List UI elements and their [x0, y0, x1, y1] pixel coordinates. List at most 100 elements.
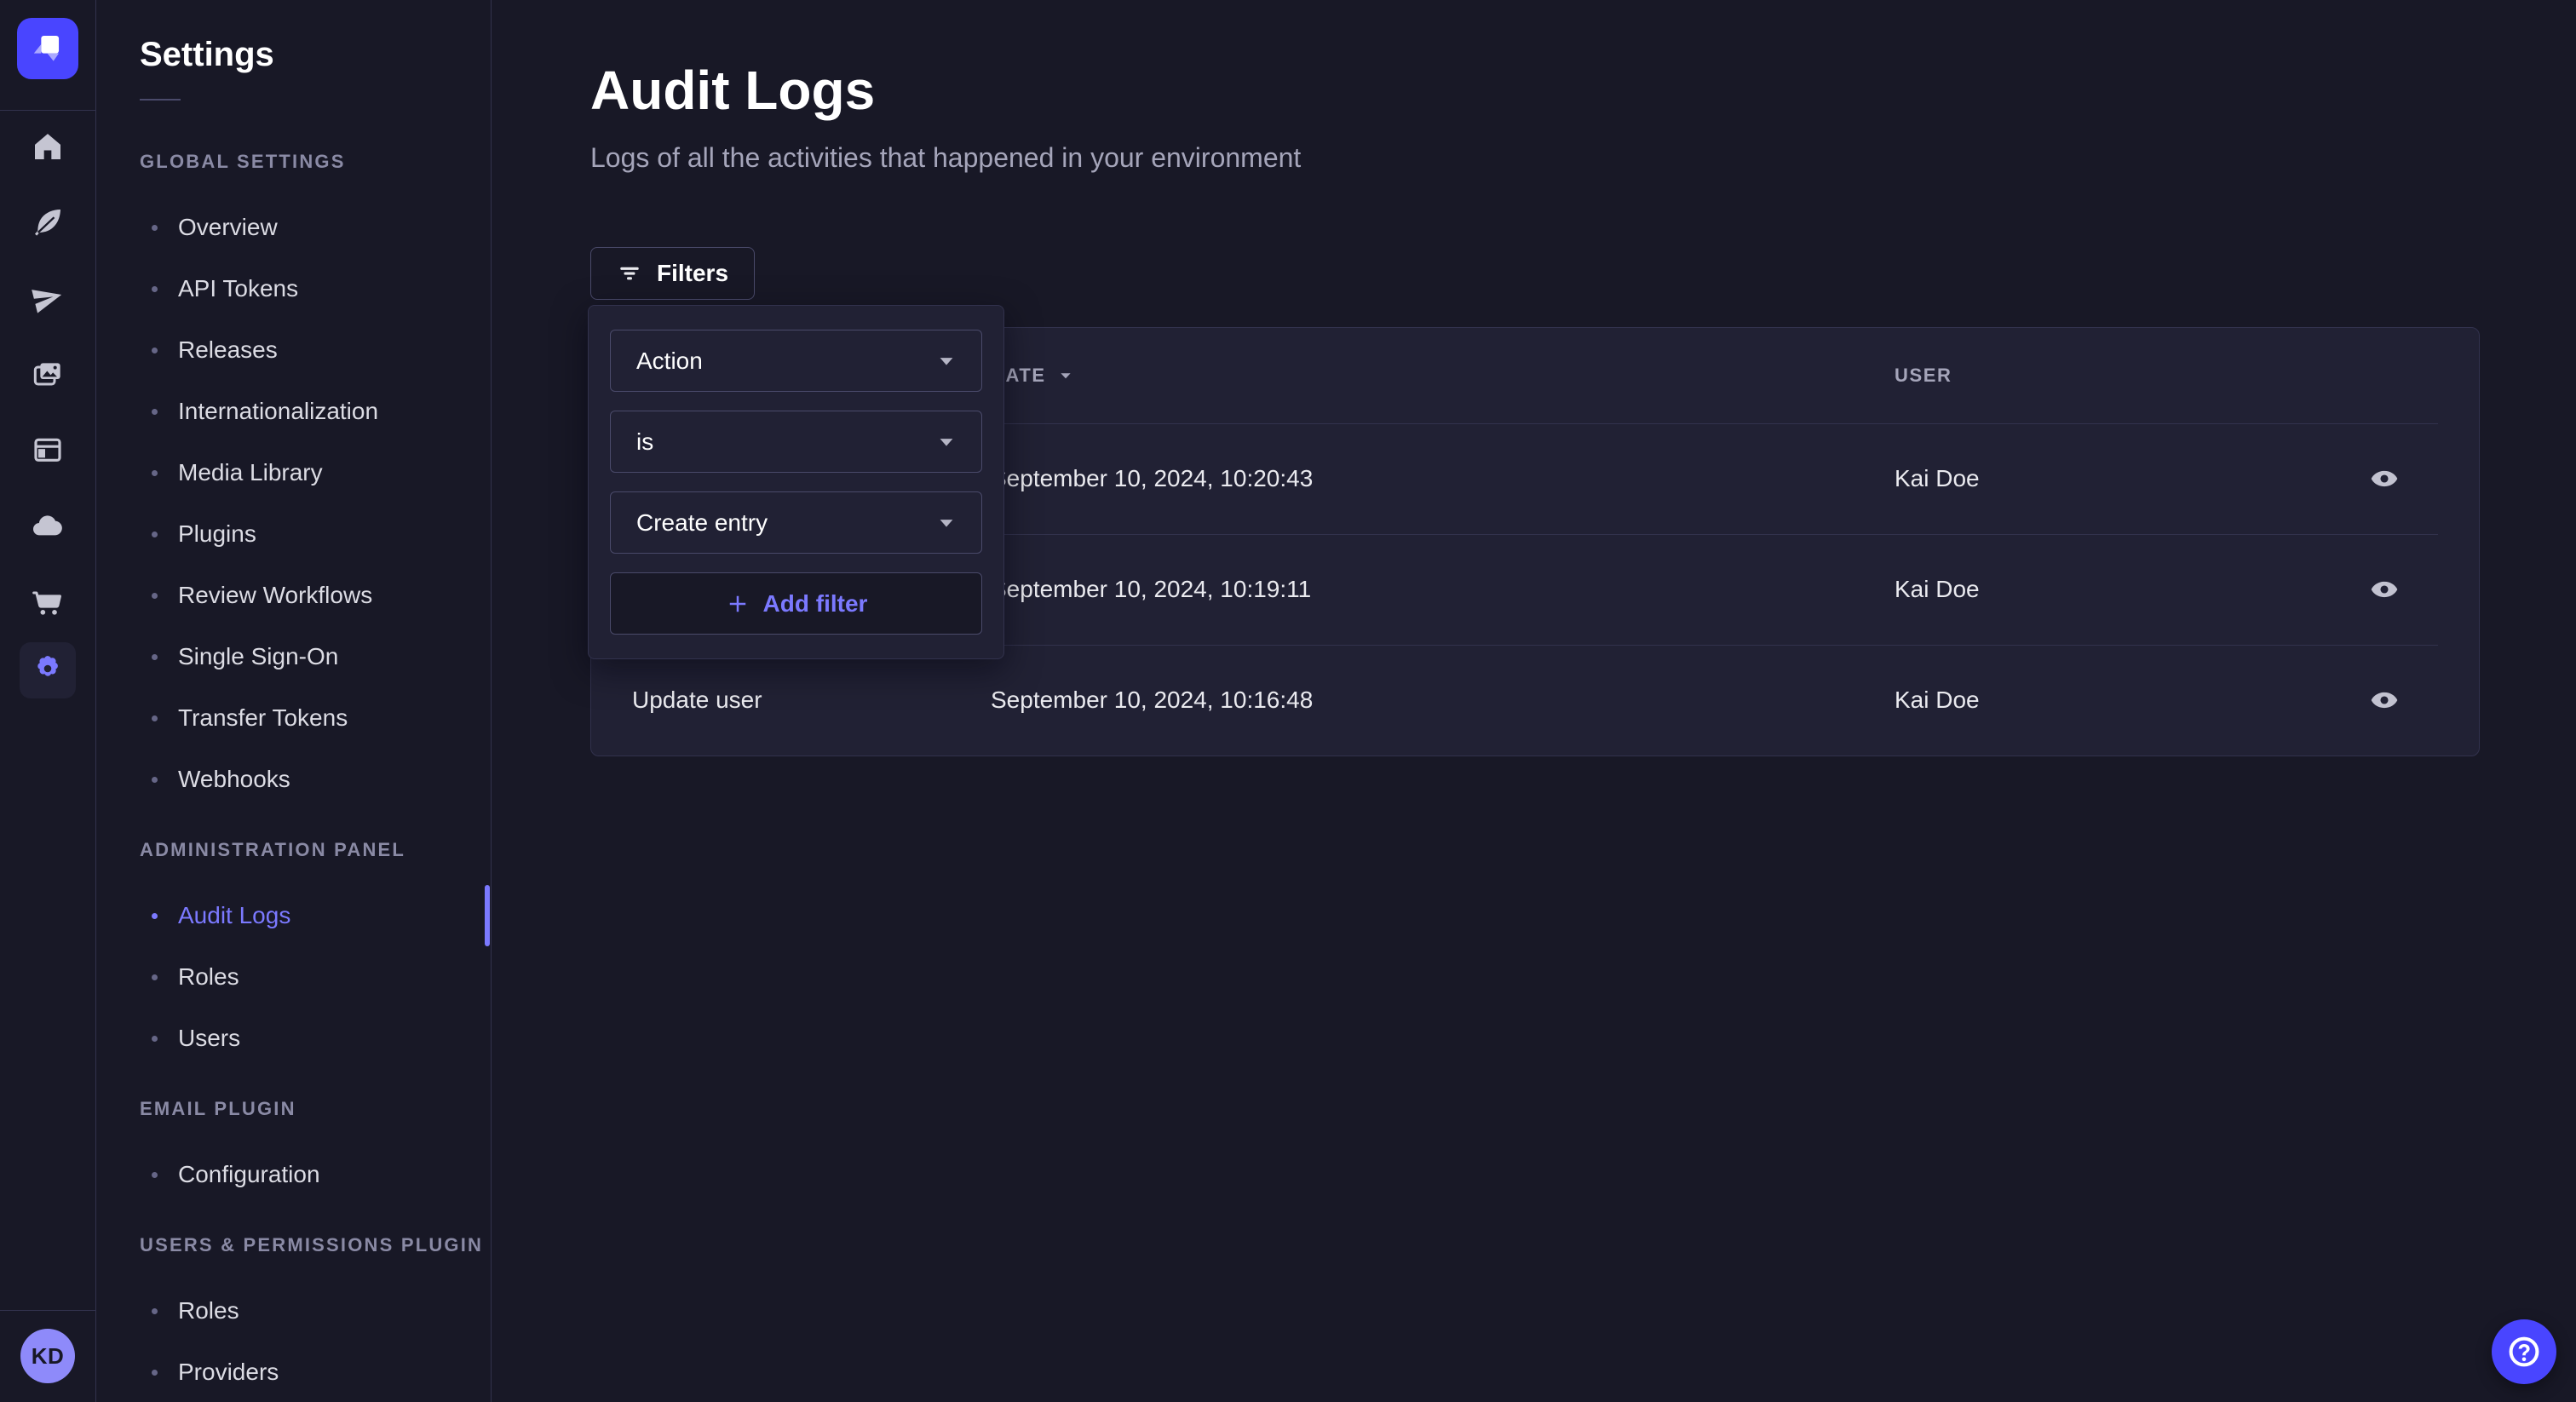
eye-icon [2370, 575, 2399, 604]
sidebar-item-releases[interactable]: Releases [140, 319, 491, 381]
sidebar-item-label: Configuration [178, 1161, 320, 1188]
feather-icon[interactable] [31, 205, 65, 239]
cart-icon[interactable] [31, 584, 65, 618]
sidebar-item-label: API Tokens [178, 275, 298, 302]
bullet-icon [152, 409, 158, 415]
sidebar-item-label: Single Sign-On [178, 643, 338, 670]
bullet-icon [152, 1370, 158, 1376]
sidebar-item-label: Roles [178, 1297, 239, 1324]
bullet-icon [152, 1308, 158, 1314]
sidebar-item-label: Overview [178, 214, 278, 241]
sidebar-item-label: Roles [178, 963, 239, 991]
sidebar-item-webhooks[interactable]: Webhooks [140, 749, 491, 810]
rail-bottom-divider [0, 1310, 95, 1311]
bullet-icon [152, 654, 158, 660]
sidebar-item-label: Review Workflows [178, 582, 372, 609]
sidebar-item-admin-roles[interactable]: Roles [140, 946, 491, 1008]
strapi-logo[interactable] [17, 18, 78, 79]
chevron-down-icon [937, 352, 956, 371]
nav-rail: KD [0, 0, 96, 1402]
filters-button-label: Filters [657, 260, 728, 287]
cell-user: Kai Doe [1895, 687, 2334, 714]
filter-value-select[interactable]: Create entry [610, 491, 982, 554]
chevron-down-icon [937, 514, 956, 532]
gear-icon [32, 652, 64, 689]
section-users-permissions-plugin: USERS & PERMISSIONS PLUGIN Roles Provide… [140, 1215, 491, 1402]
sidebar-item-internationalization[interactable]: Internationalization [140, 381, 491, 442]
page-subtitle: Logs of all the activities that happened… [590, 141, 2480, 174]
sidebar-item-up-roles[interactable]: Roles [140, 1280, 491, 1342]
sidebar-item-transfer-tokens[interactable]: Transfer Tokens [140, 687, 491, 749]
page-title: Audit Logs [590, 0, 2480, 121]
bullet-icon [152, 593, 158, 599]
cell-date: September 10, 2024, 10:16:48 [991, 687, 1895, 714]
settings-nav-button[interactable] [20, 642, 76, 698]
add-filter-button[interactable]: Add filter [610, 572, 982, 635]
sidebar-item-label: Providers [178, 1359, 279, 1386]
filter-field-select[interactable]: Action [610, 330, 982, 392]
sort-caret-down-icon [1058, 368, 1073, 383]
bullet-icon [152, 531, 158, 537]
sidebar-item-email-configuration[interactable]: Configuration [140, 1144, 491, 1205]
sidebar-item-review-workflows[interactable]: Review Workflows [140, 565, 491, 626]
table-row: Update user September 10, 2024, 10:16:48… [591, 645, 2479, 756]
filter-icon [617, 261, 642, 286]
bullet-icon [152, 913, 158, 919]
filters-button[interactable]: Filters [590, 247, 755, 300]
sidebar-item-label: Plugins [178, 520, 256, 548]
bullet-icon [152, 348, 158, 353]
rail-icon-list [20, 111, 76, 698]
cell-user: Kai Doe [1895, 576, 2334, 603]
sidebar-item-up-providers[interactable]: Providers [140, 1342, 491, 1402]
view-log-button[interactable] [2370, 464, 2399, 493]
user-avatar[interactable]: KD [20, 1329, 75, 1383]
section-email-plugin: EMAIL PLUGIN Configuration [140, 1078, 491, 1205]
layout-icon[interactable] [31, 433, 65, 467]
help-button[interactable] [2492, 1319, 2556, 1384]
sidebar-item-admin-users[interactable]: Users [140, 1008, 491, 1069]
column-header-user: USER [1895, 365, 2334, 387]
filter-operator-value: is [636, 428, 653, 456]
plus-icon [725, 591, 750, 617]
strapi-logo-icon [25, 24, 71, 74]
bullet-icon [152, 715, 158, 721]
cell-date: September 10, 2024, 10:19:11 [991, 576, 1895, 603]
question-circle-icon [2505, 1333, 2543, 1370]
section-global-settings: GLOBAL SETTINGS Overview API Tokens Rele… [140, 131, 491, 810]
photos-icon[interactable] [31, 357, 65, 391]
bullet-icon [152, 470, 158, 476]
sidebar-item-api-tokens[interactable]: API Tokens [140, 258, 491, 319]
strapi-admin-window: KD Settings GLOBAL SETTINGS Overview API… [0, 0, 2576, 1402]
filters-popover: Action is Create entry [588, 305, 1004, 659]
sidebar-item-media-library[interactable]: Media Library [140, 442, 491, 503]
bullet-icon [152, 286, 158, 292]
sidebar-item-label: Webhooks [178, 766, 290, 793]
sidebar-item-plugins[interactable]: Plugins [140, 503, 491, 565]
sidebar-item-label: Audit Logs [178, 902, 290, 929]
bullet-icon [152, 1036, 158, 1042]
sidebar-item-label: Media Library [178, 459, 323, 486]
view-log-button[interactable] [2370, 575, 2399, 604]
main-content: Audit Logs Logs of all the activities th… [492, 0, 2576, 1402]
filter-operator-select[interactable]: is [610, 411, 982, 473]
chevron-down-icon [937, 433, 956, 451]
sidebar-item-label: Internationalization [178, 398, 378, 425]
bullet-icon [152, 225, 158, 231]
sidebar-item-single-sign-on[interactable]: Single Sign-On [140, 626, 491, 687]
home-icon[interactable] [31, 129, 65, 164]
cell-date: September 10, 2024, 10:20:43 [991, 465, 1895, 492]
sidebar-item-audit-logs[interactable]: Audit Logs [140, 885, 491, 946]
column-header-date[interactable]: DATE [991, 365, 1895, 387]
eye-icon [2370, 686, 2399, 715]
section-label: GLOBAL SETTINGS [140, 131, 491, 192]
sidebar-item-label: Transfer Tokens [178, 704, 348, 732]
eye-icon [2370, 464, 2399, 493]
cloud-icon[interactable] [31, 509, 65, 543]
sidebar-item-label: Releases [178, 336, 278, 364]
cell-user: Kai Doe [1895, 465, 2334, 492]
section-label: EMAIL PLUGIN [140, 1078, 491, 1140]
view-log-button[interactable] [2370, 686, 2399, 715]
paper-plane-icon[interactable] [31, 281, 65, 315]
sidebar-item-overview[interactable]: Overview [140, 197, 491, 258]
sidebar-item-label: Users [178, 1025, 240, 1052]
